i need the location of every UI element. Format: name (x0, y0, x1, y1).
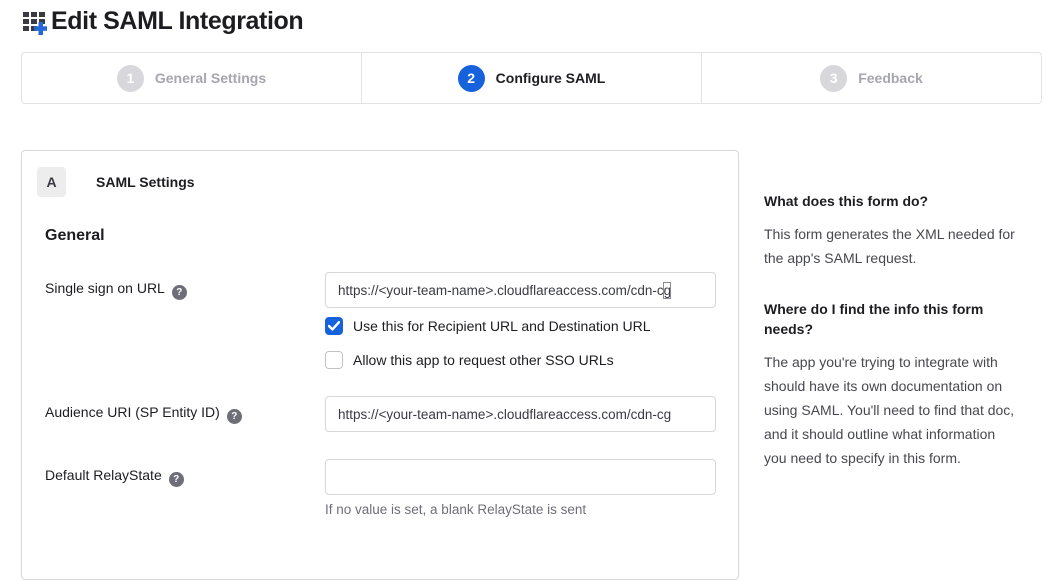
general-group-heading: General (45, 227, 715, 245)
relay-state-help-icon[interactable]: ? (169, 472, 184, 487)
step-label: General Settings (155, 70, 266, 86)
step-configure-saml[interactable]: 2 Configure SAML (361, 53, 701, 103)
other-sso-checkbox[interactable] (325, 351, 343, 369)
checkmark-icon (328, 321, 340, 331)
step-label: Configure SAML (496, 70, 606, 86)
recipient-url-checkbox-row: Use this for Recipient URL and Destinati… (325, 317, 716, 335)
other-sso-checkbox-row: Allow this app to request other SSO URLs (325, 351, 716, 369)
relay-state-row: Default RelayState? If no value is set, … (22, 459, 738, 517)
step-wizard: 1 General Settings 2 Configure SAML 3 Fe… (21, 52, 1042, 104)
main-content: A SAML Settings General Single sign on U… (21, 150, 1042, 580)
step-number-badge: 1 (117, 65, 144, 92)
sso-url-label: Single sign on URL (45, 280, 165, 296)
audience-uri-input[interactable]: https://<your-team-name>.cloudflareacces… (325, 396, 716, 432)
sidebar-question-2: Where do I find the info this form needs… (764, 299, 1021, 339)
audience-uri-label: Audience URI (SP Entity ID) (45, 404, 220, 420)
relay-state-input[interactable] (325, 459, 716, 495)
app-grid-add-icon (21, 8, 48, 35)
sso-url-row: Single sign on URL? https://<your-team-n… (22, 272, 738, 369)
sso-url-input[interactable]: https://<your-team-name>.cloudflareacces… (325, 272, 716, 308)
saml-settings-panel: A SAML Settings General Single sign on U… (21, 150, 739, 580)
panel-header: A SAML Settings (22, 167, 738, 197)
text-cursor (663, 282, 671, 299)
page-title: Edit SAML Integration (51, 7, 303, 36)
section-title: SAML Settings (96, 174, 195, 190)
page-header: Edit SAML Integration (21, 0, 1042, 36)
sidebar-answer-1: This form generates the XML needed for t… (764, 222, 1021, 270)
step-number-badge: 2 (458, 65, 485, 92)
audience-uri-row: Audience URI (SP Entity ID)? https://<yo… (22, 396, 738, 432)
sidebar-answer-2: The app you're trying to integrate with … (764, 350, 1021, 470)
other-sso-checkbox-label[interactable]: Allow this app to request other SSO URLs (353, 352, 614, 368)
section-a-badge: A (37, 167, 66, 197)
sso-url-help-icon[interactable]: ? (172, 285, 187, 300)
recipient-url-checkbox[interactable] (325, 317, 343, 335)
audience-uri-help-icon[interactable]: ? (227, 409, 242, 424)
step-number-badge: 3 (820, 65, 847, 92)
step-feedback[interactable]: 3 Feedback (701, 53, 1041, 103)
help-sidebar: What does this form do? This form genera… (764, 150, 1021, 580)
relay-state-label: Default RelayState (45, 467, 162, 483)
step-label: Feedback (858, 70, 923, 86)
edit-saml-integration-page: Edit SAML Integration 1 General Settings… (0, 0, 1063, 580)
recipient-url-checkbox-label[interactable]: Use this for Recipient URL and Destinati… (353, 318, 651, 334)
sidebar-question-1: What does this form do? (764, 191, 1021, 211)
step-general-settings[interactable]: 1 General Settings (22, 53, 361, 103)
